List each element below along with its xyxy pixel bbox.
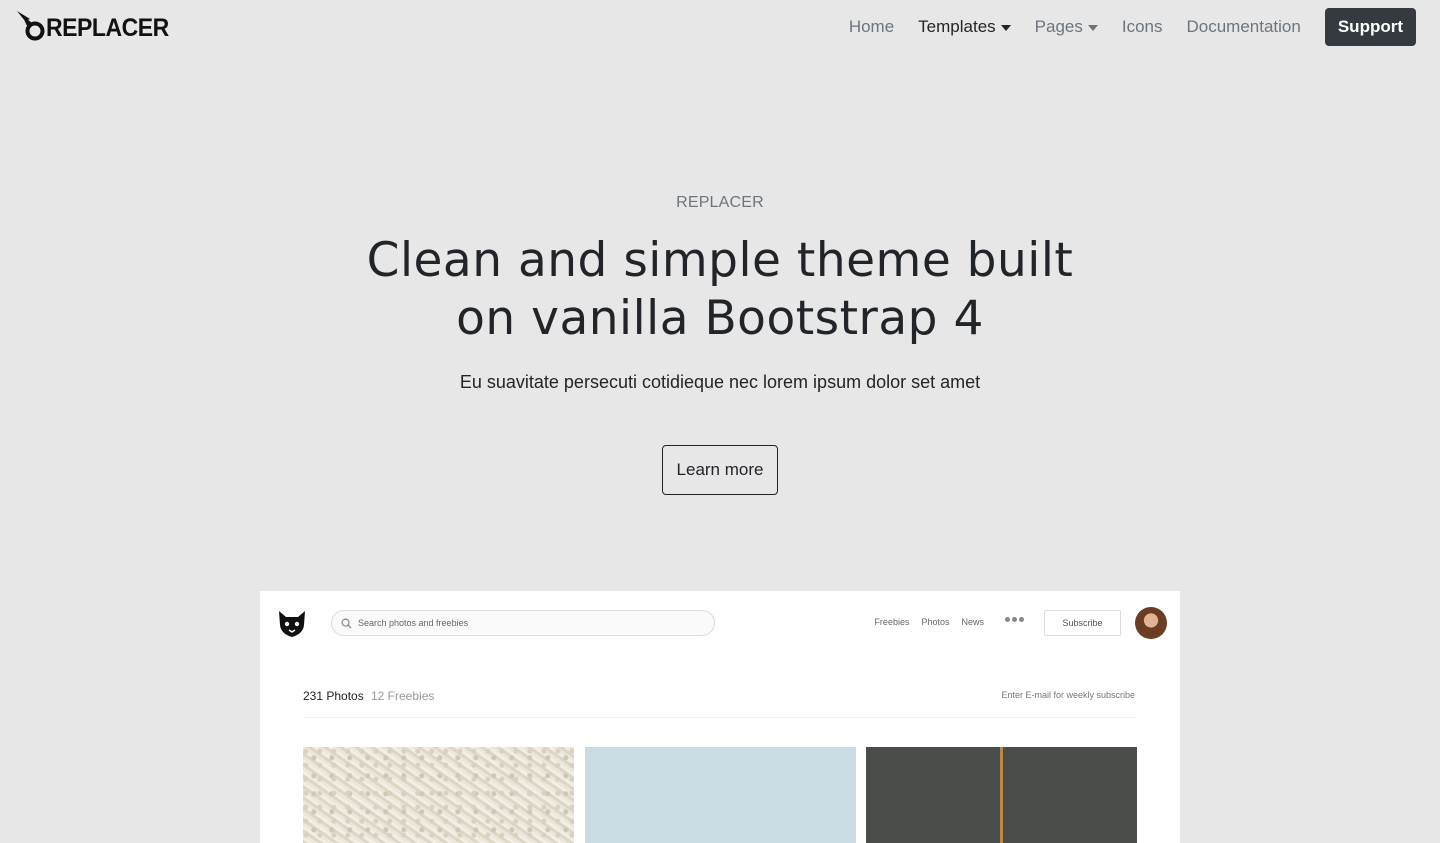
nav-home[interactable]: Home [849,17,894,37]
preview-search-input[interactable] [358,618,688,628]
nav-pages-dropdown[interactable]: Pages [1035,17,1098,37]
nav-documentation[interactable]: Documentation [1187,17,1301,37]
hero-title-line-2: on vanilla Bootstrap 4 [456,291,984,346]
hero-eyebrow: REPLACER [676,194,764,211]
preview-nav-photos[interactable]: Photos [921,617,949,627]
top-navbar: REPLACER Home Templates Pages Icons Docu… [0,0,1440,56]
main-nav: Home Templates Pages Icons Documentation… [825,8,1416,46]
preview-nav-freebies[interactable]: Freebies [874,617,909,627]
bird-logo-icon [17,11,45,41]
more-dots-icon[interactable] [1005,617,1024,622]
hero-lead: Eu suavitate persecuti cotidieque nec lo… [459,372,981,392]
photo-dark-road[interactable] [866,747,1137,843]
search-icon [341,618,352,629]
photo-light-blue[interactable] [585,747,856,843]
nav-home-label: Home [848,17,895,36]
brand-name: REPLACER [46,13,169,42]
hero-title: Clean and simple theme built on vanilla … [300,232,1140,348]
learn-more-button[interactable]: Learn more [662,445,778,495]
divider [303,717,1137,718]
photos-count[interactable]: 231 Photos [303,689,364,703]
preview-nav: Freebies Photos News [862,617,984,627]
preview-search-bar[interactable] [331,610,715,636]
caret-down-icon [1000,25,1011,31]
nav-documentation-label: Documentation [1186,17,1301,36]
preview-nav-news[interactable]: News [961,617,984,627]
cat-logo-icon[interactable] [276,607,308,639]
email-subscribe-prompt[interactable]: Enter E-mail for weekly subscribe [1001,690,1135,700]
brand-logo[interactable]: REPLACER [16,8,180,44]
avatar[interactable] [1135,607,1167,639]
nav-icons-label: Icons [1121,17,1163,36]
preview-subscribe-button[interactable]: Subscribe [1044,610,1121,636]
freebies-count[interactable]: 12 Freebies [371,689,434,703]
photo-sand-texture[interactable] [303,747,574,843]
theme-preview: Freebies Photos News Subscribe 231 Photo… [260,591,1180,843]
nav-templates-label: Templates [918,17,996,36]
support-button[interactable]: Support [1324,8,1416,46]
hero-title-line-1: Clean and simple theme built [366,233,1074,288]
caret-down-icon [1087,25,1098,31]
nav-pages-label: Pages [1034,17,1083,36]
nav-icons[interactable]: Icons [1122,17,1163,37]
nav-templates-dropdown[interactable]: Templates [918,17,1011,37]
